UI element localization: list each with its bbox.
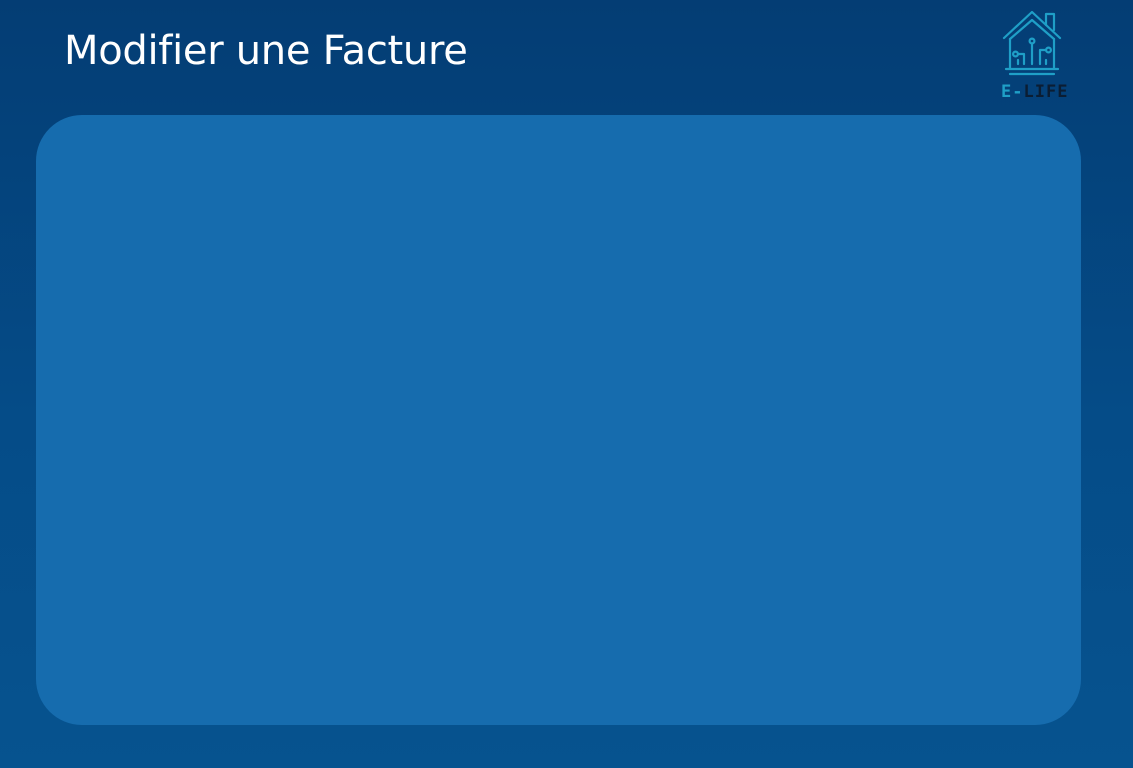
content-panel <box>36 115 1081 725</box>
brand-wordmark: E-LIFE <box>1001 80 1071 104</box>
brand-wordmark-suffix: LIFE <box>1023 82 1069 102</box>
brand-logo: E-LIFE <box>996 8 1070 104</box>
smart-home-circuit-icon <box>1002 10 1062 76</box>
brand-wordmark-prefix: E- <box>1001 82 1024 102</box>
page-title: Modifier une Facture <box>64 28 468 74</box>
